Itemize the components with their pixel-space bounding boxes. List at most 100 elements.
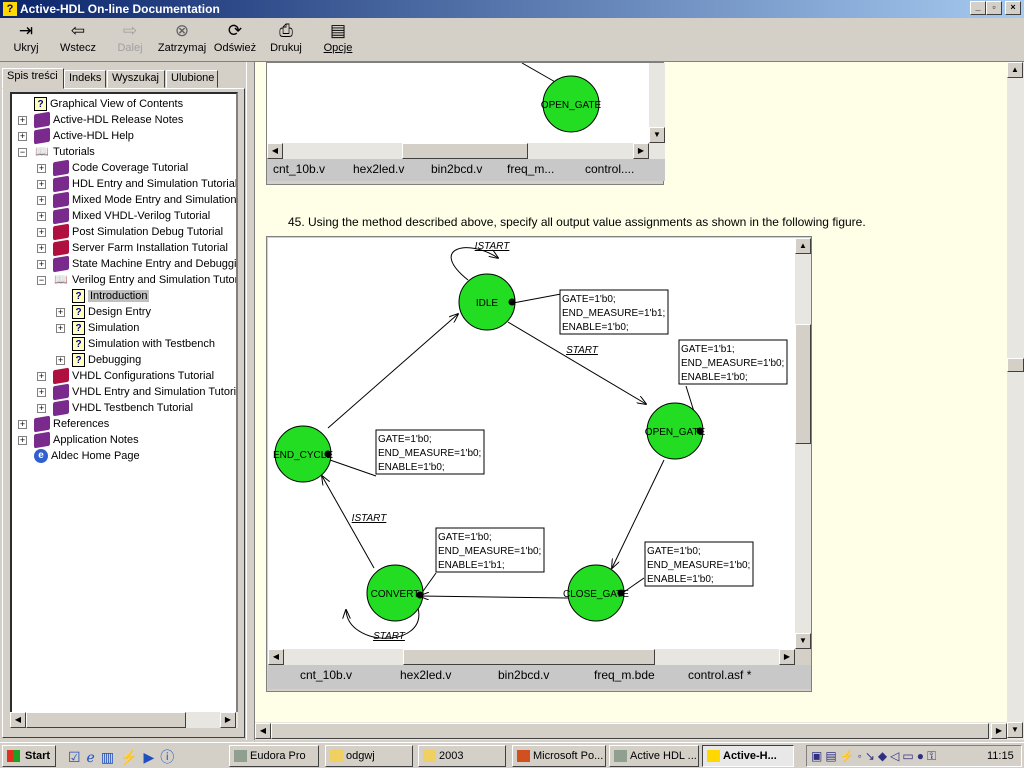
tree-item[interactable]: e Aldec Home Page: [18, 448, 140, 464]
tree-item[interactable]: + Server Farm Installation Tutorial: [37, 239, 228, 257]
expand-icon[interactable]: +: [56, 324, 65, 333]
taskbar-button-label: odgwj: [346, 750, 375, 762]
file-tab[interactable]: cnt_10b.v: [273, 162, 325, 176]
quick-launch[interactable]: ☑ℯ▥⚡▶ⓘ: [68, 747, 180, 767]
expand-icon[interactable]: +: [37, 196, 46, 205]
tree-item[interactable]: ? Introduction: [56, 288, 150, 304]
book-icon: [34, 111, 50, 129]
tree-item[interactable]: + Post Simulation Debug Tutorial: [37, 223, 223, 241]
tree-item[interactable]: + Code Coverage Tutorial: [37, 159, 188, 177]
tree-item[interactable]: + State Machine Entry and Debuggin: [37, 255, 236, 273]
expand-icon[interactable]: +: [37, 388, 46, 397]
file-tab[interactable]: control.asf *: [688, 668, 751, 682]
expand-icon[interactable]: +: [18, 420, 27, 429]
tree-item[interactable]: +? Simulation: [56, 320, 139, 336]
back-button[interactable]: ⇦ Wstecz: [53, 20, 103, 54]
tray-icons[interactable]: ▣▤⚡◦↘◆◁▭●⚿: [811, 749, 939, 764]
tree-item[interactable]: ? Graphical View of Contents: [18, 96, 183, 112]
expand-icon[interactable]: +: [18, 132, 27, 141]
tree-item-label: Simulation: [88, 322, 140, 334]
tree-item[interactable]: + VHDL Configurations Tutorial: [37, 367, 214, 385]
scroll-thumb[interactable]: [26, 712, 186, 728]
book-icon: [34, 431, 50, 449]
clock: 11:15: [987, 750, 1014, 762]
tree-item[interactable]: + HDL Entry and Simulation Tutorial: [37, 175, 236, 193]
expand-icon[interactable]: +: [37, 244, 46, 253]
active-hdl-icon: [614, 750, 627, 762]
scroll-right-button[interactable]: ▶: [220, 712, 236, 728]
collapse-icon[interactable]: −: [37, 276, 46, 285]
stop-button[interactable]: ⊗ Zatrzymaj: [156, 20, 208, 54]
file-tab[interactable]: cnt_10b.v: [300, 668, 352, 682]
expand-icon[interactable]: +: [18, 116, 27, 125]
tree-item[interactable]: + Active-HDL Release Notes: [18, 111, 183, 129]
scroll-left-button[interactable]: ◀: [10, 712, 26, 728]
top-hscrollbar[interactable]: ◀ ▶: [267, 143, 665, 159]
figure-hscrollbar[interactable]: ◀ ▶: [268, 649, 795, 665]
refresh-button[interactable]: ⟳ Odśwież: [210, 20, 260, 54]
tree-item[interactable]: + VHDL Testbench Tutorial: [37, 399, 193, 417]
close-button[interactable]: ×: [1005, 1, 1021, 15]
tree-item-label: Verilog Entry and Simulation Tutoria: [72, 274, 238, 286]
file-tab[interactable]: hex2led.v: [400, 668, 451, 682]
tab-index[interactable]: Indeks: [64, 70, 106, 88]
expand-icon[interactable]: +: [37, 228, 46, 237]
tree-item[interactable]: + Application Notes: [18, 431, 139, 449]
tree-hscrollbar[interactable]: ◀ ▶: [10, 712, 238, 728]
taskbar-button-label: 2003: [439, 750, 464, 762]
content-hscrollbar[interactable]: ◀ ▶: [255, 722, 1007, 740]
tree-item[interactable]: + Mixed Mode Entry and Simulation T: [37, 191, 236, 209]
tree-item[interactable]: − 📖 Tutorials: [18, 144, 95, 160]
output-assignment: ENABLE=1'b0;: [378, 462, 445, 473]
help-page-icon: ?: [72, 321, 85, 336]
tree-item[interactable]: + Active-HDL Help: [18, 127, 134, 145]
top-vscrollbar[interactable]: ▼: [649, 63, 665, 143]
taskbar-button[interactable]: Active HDL ...: [609, 745, 699, 767]
file-tab[interactable]: freq_m.bde: [594, 668, 655, 682]
file-tab[interactable]: freq_m...: [507, 162, 554, 176]
hide-button[interactable]: ⇥ Ukryj: [1, 20, 51, 54]
tab-search[interactable]: Wyszukaj: [107, 70, 165, 88]
collapse-icon[interactable]: −: [18, 148, 27, 157]
tree-item[interactable]: + References: [18, 415, 109, 433]
print-button[interactable]: ⎙ Drukuj: [261, 20, 311, 54]
expand-icon[interactable]: +: [56, 356, 65, 365]
expand-icon[interactable]: +: [37, 164, 46, 173]
file-tab[interactable]: bin2bcd.v: [431, 162, 482, 176]
options-button[interactable]: ▤ Opcje: [313, 20, 363, 54]
pane-splitter[interactable]: [246, 62, 255, 740]
taskbar-button[interactable]: 2003: [418, 745, 506, 767]
expand-icon[interactable]: +: [37, 404, 46, 413]
tab-contents[interactable]: Spis treści: [2, 68, 64, 89]
expand-icon[interactable]: +: [37, 260, 46, 269]
tree-item[interactable]: +? Design Entry: [56, 304, 151, 320]
forward-button[interactable]: ⇨ Dalej: [105, 20, 155, 54]
taskbar-button[interactable]: Microsoft Po...: [512, 745, 606, 767]
minimize-button[interactable]: _: [970, 1, 986, 15]
tree-item[interactable]: + Mixed VHDL-Verilog Tutorial: [37, 207, 210, 225]
tree-item[interactable]: + VHDL Entry and Simulation Tutoria: [37, 383, 236, 401]
figure-vscrollbar[interactable]: ▲ ▼: [795, 238, 811, 649]
start-button[interactable]: Start: [2, 745, 56, 767]
state-label: OPEN_GATE: [541, 100, 602, 111]
taskbar-button[interactable]: odgwj: [325, 745, 413, 767]
taskbar-button[interactable]: Active-H...: [702, 745, 794, 767]
tree-item[interactable]: − 📖 Verilog Entry and Simulation Tutoria: [37, 272, 238, 288]
output-assignment: GATE=1'b1;: [681, 344, 735, 355]
expand-icon[interactable]: +: [37, 212, 46, 221]
expand-icon[interactable]: +: [18, 436, 27, 445]
maximize-button[interactable]: ▫: [986, 1, 1002, 15]
tree-item[interactable]: ? Simulation with Testbench: [56, 336, 215, 352]
tree-item[interactable]: +? Debugging: [56, 352, 141, 368]
tab-favorites[interactable]: Ulubione: [166, 70, 218, 88]
file-tab[interactable]: bin2bcd.v: [498, 668, 549, 682]
file-tab[interactable]: hex2led.v: [353, 162, 404, 176]
taskbar-button[interactable]: Eudora Pro: [229, 745, 319, 767]
file-tab[interactable]: control....: [585, 162, 634, 176]
folder-icon: [423, 750, 436, 762]
expand-icon[interactable]: +: [37, 372, 46, 381]
expand-icon[interactable]: +: [56, 308, 65, 317]
content-vscrollbar[interactable]: ▲ ▼: [1007, 62, 1024, 740]
state-label: IDLE: [476, 298, 499, 309]
expand-icon[interactable]: +: [37, 180, 46, 189]
